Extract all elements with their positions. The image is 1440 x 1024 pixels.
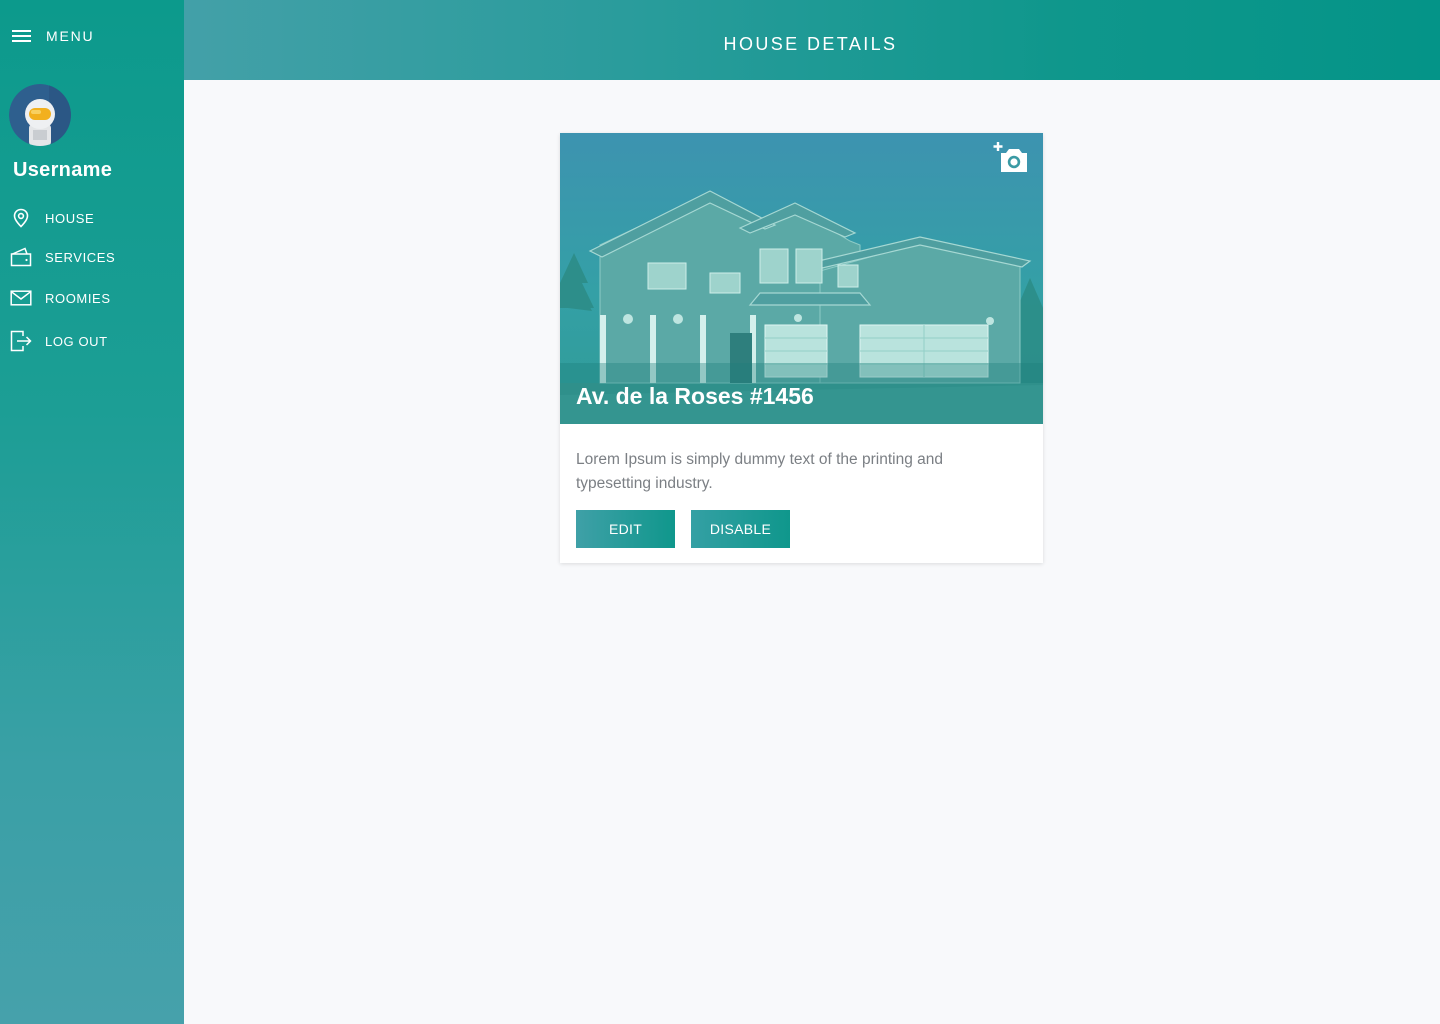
wallet-icon	[10, 246, 32, 268]
sidebar-item-roomies[interactable]: ROOMIES	[10, 286, 110, 310]
house-description: Lorem Ipsum is simply dummy text of the …	[576, 451, 943, 492]
location-pin-icon	[10, 207, 32, 229]
sidebar: MENU Username HOUSE SERVICES ROOMIES LOG…	[0, 0, 184, 1024]
sidebar-item-services[interactable]: SERVICES	[10, 245, 115, 269]
page-title: HOUSE DETAILS	[723, 33, 898, 54]
add-photo-button[interactable]	[993, 141, 1029, 173]
sidebar-item-label: LOG OUT	[45, 333, 108, 349]
sidebar-item-label: ROOMIES	[45, 290, 111, 306]
avatar[interactable]	[9, 84, 71, 146]
top-bar: HOUSE DETAILS	[184, 0, 1440, 80]
sidebar-item-label: HOUSE	[45, 210, 95, 226]
logout-icon	[10, 330, 32, 352]
house-address: Av. de la Roses #1456	[576, 383, 814, 409]
add-photo-icon	[993, 142, 1027, 172]
sidebar-item-logout[interactable]: LOG OUT	[10, 329, 107, 353]
house-card: Av. de la Roses #1456 Lorem Ipsum is sim…	[560, 133, 1043, 563]
sidebar-item-house[interactable]: HOUSE	[10, 206, 94, 230]
disable-button[interactable]: DISABLE	[691, 510, 790, 548]
envelope-icon	[10, 287, 32, 309]
house-image: Av. de la Roses #1456	[560, 133, 1043, 424]
hamburger-icon	[12, 29, 32, 43]
menu-label: MENU	[46, 28, 95, 44]
menu-toggle[interactable]: MENU	[12, 26, 94, 46]
username: Username	[13, 159, 113, 181]
sidebar-item-label: SERVICES	[45, 249, 116, 265]
edit-button[interactable]: EDIT	[576, 510, 675, 548]
